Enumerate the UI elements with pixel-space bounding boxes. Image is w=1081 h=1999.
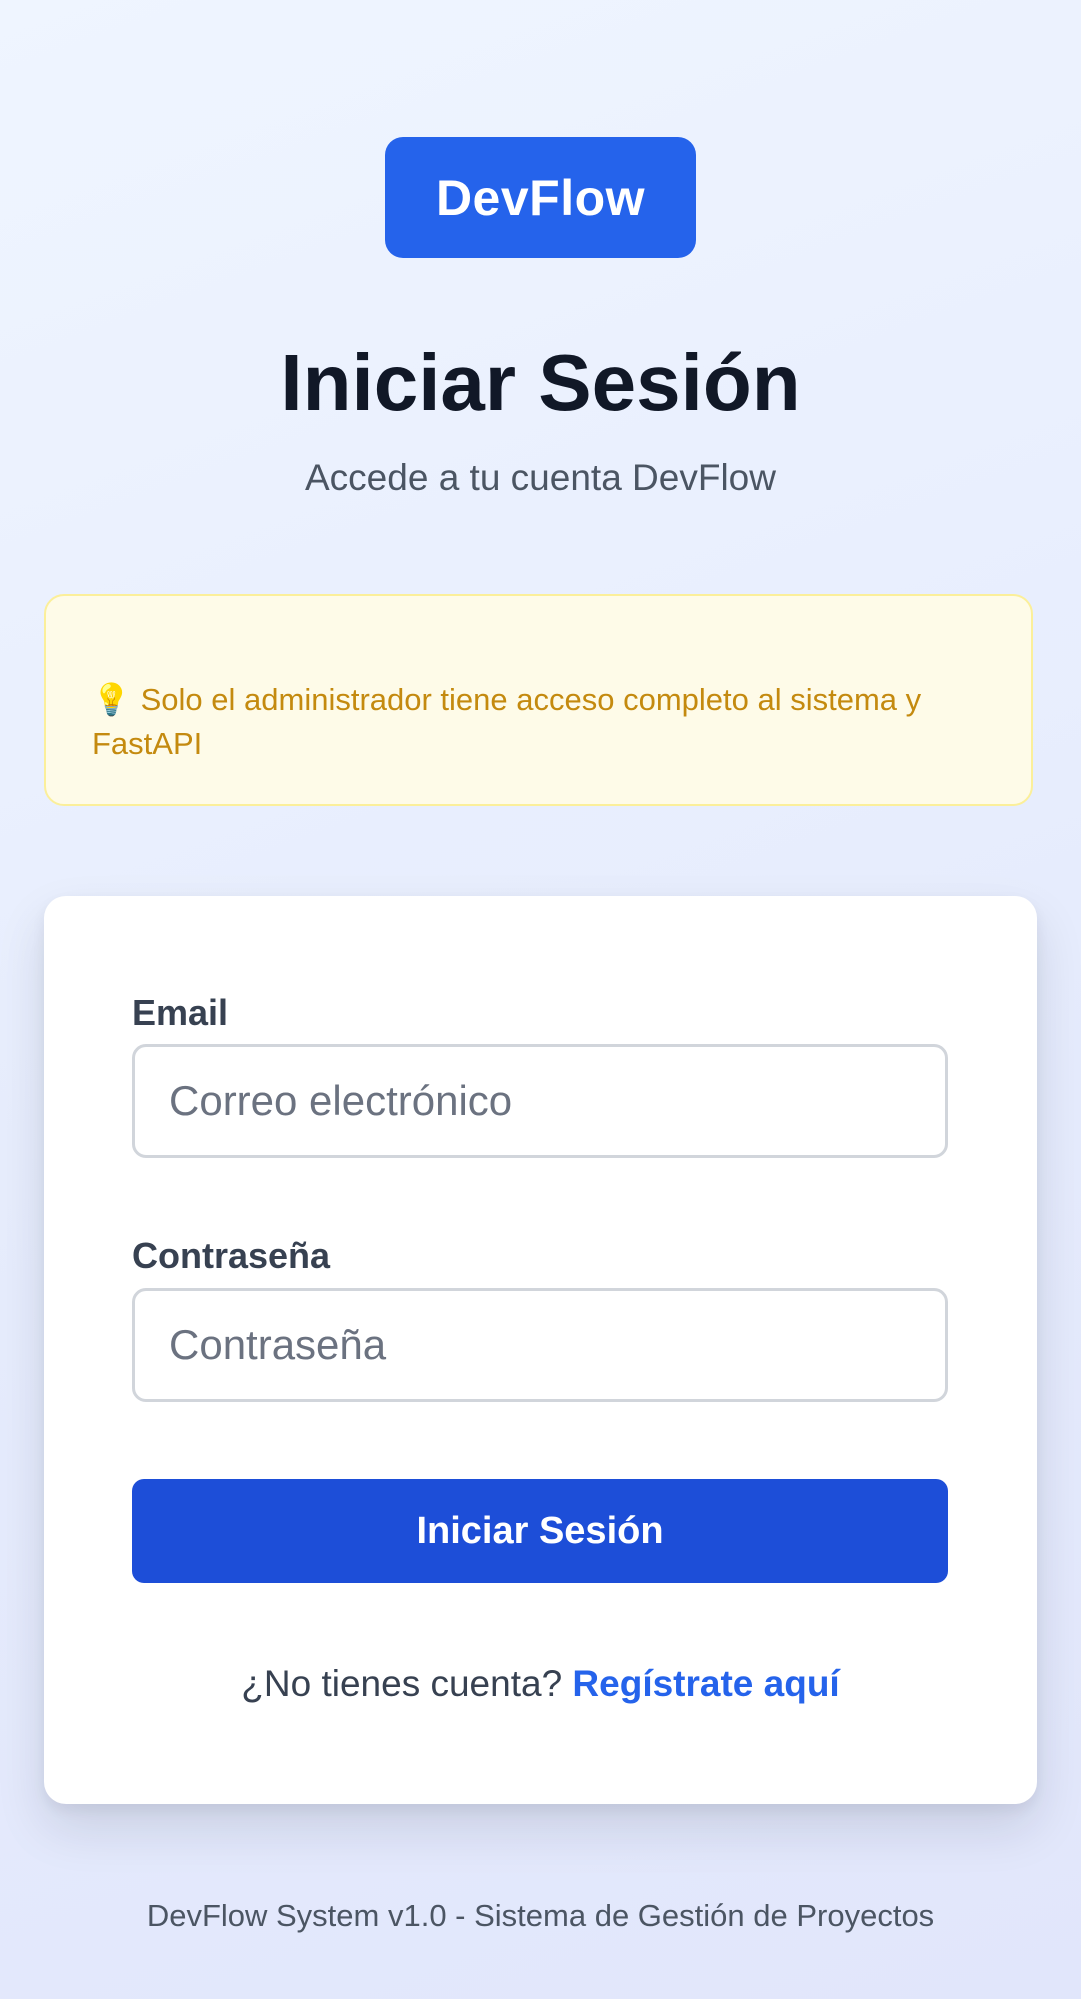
email-field[interactable]: [132, 1044, 948, 1158]
notice-text: Solo el administrador tiene acceso compl…: [92, 682, 922, 761]
page-title: Iniciar Sesión: [280, 338, 801, 427]
footer-text: DevFlow System v1.0 - Sistema de Gestión…: [146, 1898, 935, 1933]
devflow-logo: DevFlow: [385, 137, 696, 258]
login-button[interactable]: Iniciar Sesión: [132, 1479, 948, 1583]
page-subtitle: Accede a tu cuenta DevFlow: [305, 457, 776, 498]
register-prompt-text: ¿No tienes cuenta?: [241, 1663, 563, 1704]
lightbulb-icon: 💡: [92, 682, 131, 717]
login-card: Email Contraseña Iniciar Sesión ¿No tien…: [44, 896, 1037, 1804]
admin-notice: 💡 Solo el administrador tiene acceso comp…: [44, 594, 1033, 806]
email-label: Email: [132, 992, 229, 1033]
password-field[interactable]: [132, 1288, 948, 1402]
password-label: Contraseña: [132, 1235, 331, 1276]
logo-text: DevFlow: [435, 169, 646, 226]
register-link[interactable]: Regístrate aquí: [572, 1663, 839, 1704]
register-prompt: ¿No tienes cuenta? Regístrate aquí: [44, 1661, 1037, 1707]
